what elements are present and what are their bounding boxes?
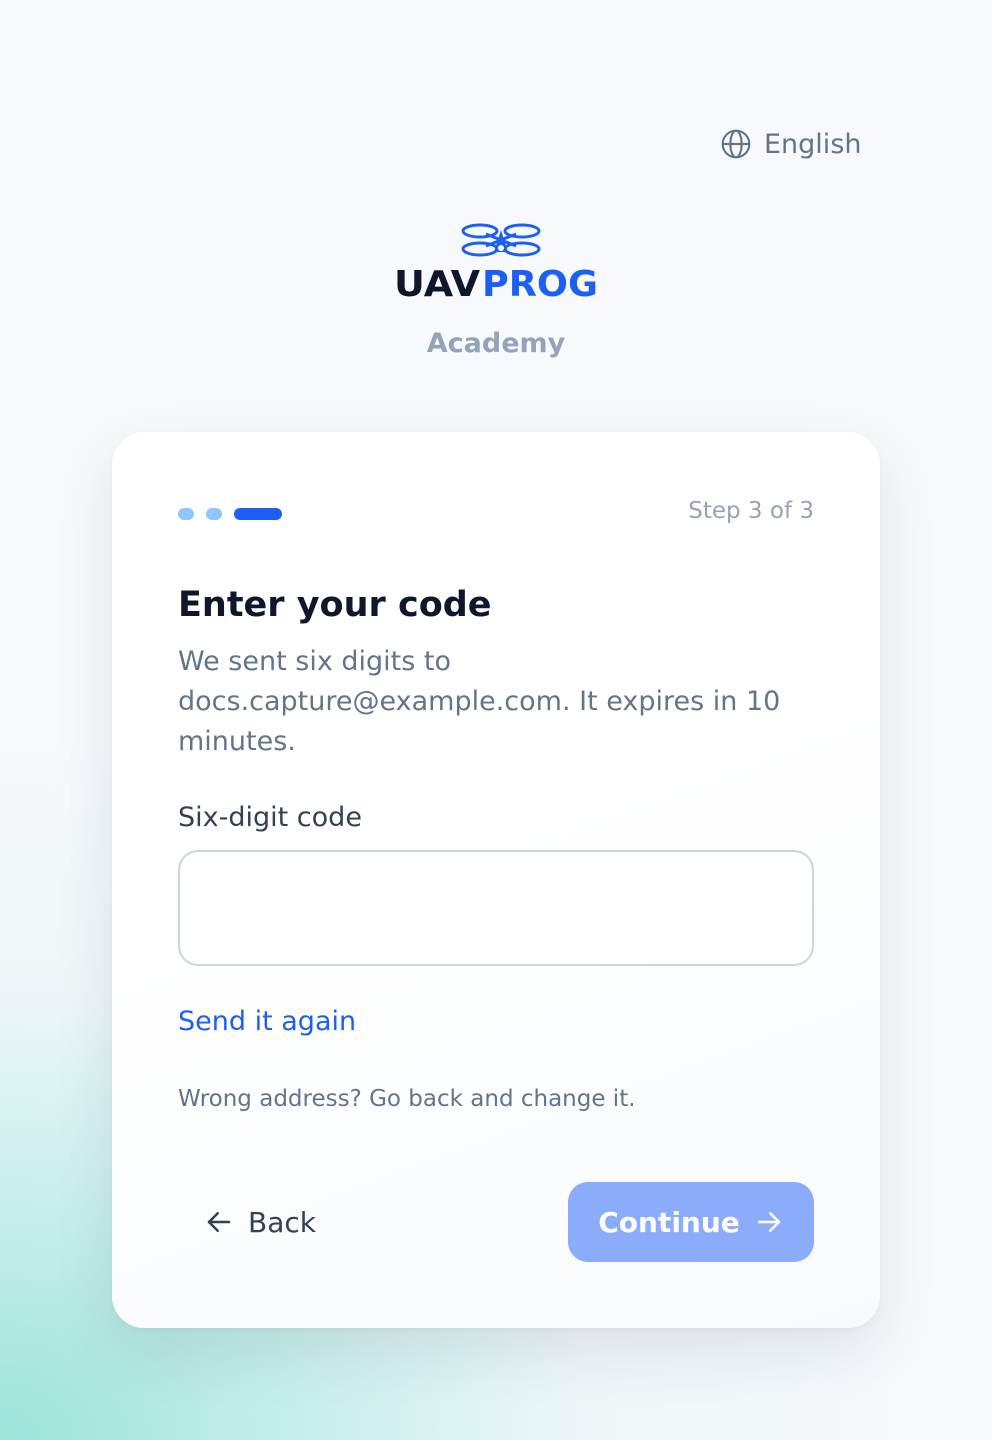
step-label: Step 3 of 3 — [688, 498, 814, 524]
globe-icon — [720, 128, 752, 160]
arrow-left-icon — [204, 1207, 234, 1237]
wrong-address-hint: Wrong address? Go back and change it. — [178, 1086, 636, 1112]
brand-subtitle: Academy — [426, 328, 566, 359]
resend-code-link[interactable]: Send it again — [178, 1006, 356, 1037]
progress-dot-step-2 — [206, 508, 222, 520]
code-field-label: Six-digit code — [178, 802, 362, 833]
back-button[interactable]: Back — [178, 1182, 342, 1262]
uavprog-logo: UAV PROG — [390, 218, 602, 302]
language-label: English — [764, 128, 862, 160]
progress-dot-step-3-active — [234, 508, 282, 520]
six-digit-code-input[interactable] — [178, 850, 814, 966]
arrow-right-icon — [754, 1207, 784, 1237]
logo-text-uav: UAV — [394, 264, 480, 302]
page-title: Enter your code — [178, 585, 492, 625]
code-sent-description: We sent six digits to docs.capture@examp… — [178, 646, 781, 757]
back-button-label: Back — [248, 1205, 316, 1239]
language-selector[interactable]: English — [720, 124, 862, 164]
progress-dot-step-1 — [178, 508, 194, 520]
continue-button-label: Continue — [598, 1205, 740, 1239]
continue-button[interactable]: Continue — [568, 1182, 814, 1262]
step-progress-indicator — [178, 508, 282, 520]
logo-text-prog: PROG — [482, 264, 598, 302]
verification-card: Step 3 of 3 Enter your code We sent six … — [112, 432, 880, 1328]
